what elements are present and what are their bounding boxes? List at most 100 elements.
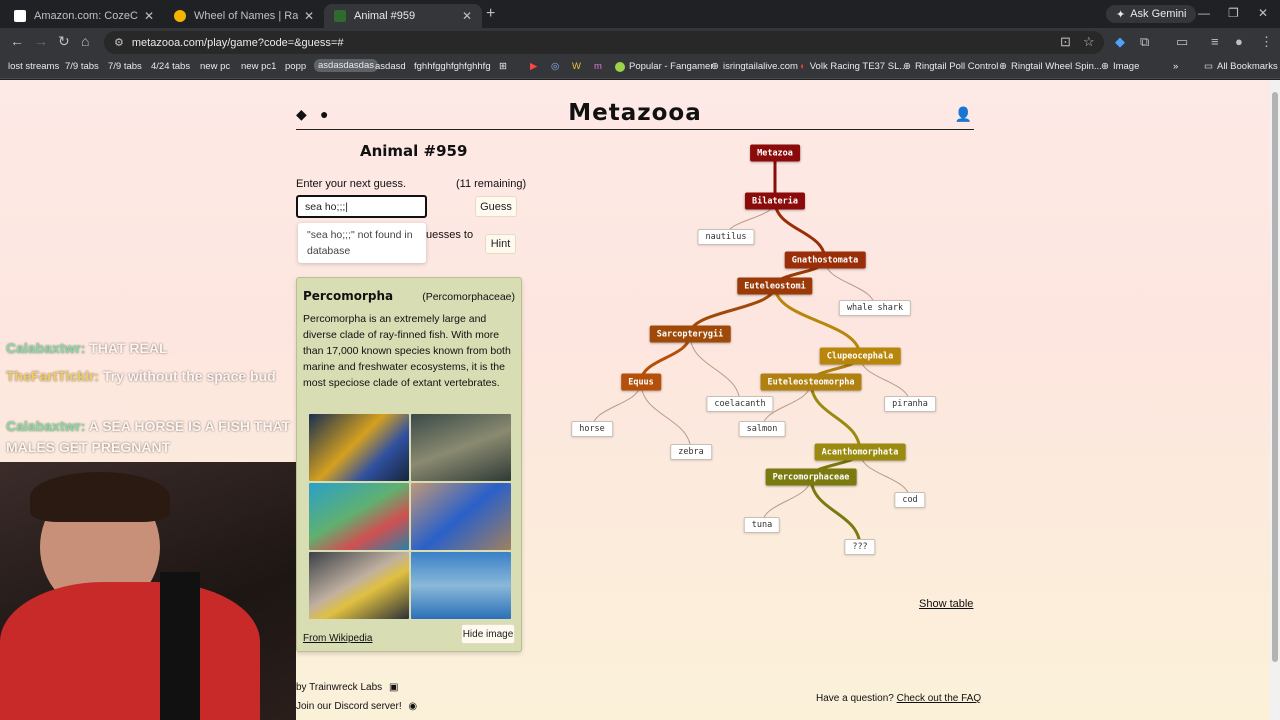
bookmark-item-ringtail[interactable]: ⊕ isringtailalive.com bbox=[711, 61, 798, 72]
steam-icon[interactable]: ◎ bbox=[551, 61, 559, 72]
tab-title: Amazon.com: CozeCube Super bbox=[34, 10, 138, 22]
restore-icon[interactable]: ❐ bbox=[1228, 6, 1239, 20]
youtube-icon[interactable]: ▶ bbox=[530, 61, 537, 72]
bookmark-item[interactable]: asdasd bbox=[375, 61, 406, 72]
tree-edge bbox=[640, 381, 692, 453]
tab-amazon[interactable]: Amazon.com: CozeCube Super ✕ bbox=[4, 4, 164, 28]
chat-username: Calabaxtwr: bbox=[6, 418, 86, 434]
tree-node-zebra: zebra bbox=[670, 444, 712, 460]
tree-node-nautilus: nautilus bbox=[697, 229, 755, 245]
globe-icon: ⊕ bbox=[999, 61, 1007, 72]
close-icon[interactable]: ✕ bbox=[462, 9, 472, 23]
page-scrollbar[interactable] bbox=[1270, 80, 1280, 720]
amazon-favicon-icon bbox=[14, 10, 26, 22]
tree-node-equus: Equus bbox=[621, 373, 661, 391]
streamer-shirt bbox=[0, 582, 260, 720]
bookmark-label: All Bookmarks bbox=[1216, 61, 1278, 72]
ask-gemini-button[interactable]: ✦ Ask Gemini bbox=[1106, 5, 1197, 23]
bookmark-item-fangamer[interactable]: Popular - Fangamer bbox=[615, 61, 713, 72]
close-window-icon[interactable]: ✕ bbox=[1258, 6, 1268, 20]
tree-node-cod: cod bbox=[894, 492, 926, 508]
bookmark-item-wheel[interactable]: ⊕ Ringtail Wheel Spin... bbox=[999, 61, 1102, 72]
sidebar-icon[interactable]: ▭ bbox=[1176, 34, 1188, 50]
bookmark-label: Ringtail Poll Control bbox=[914, 61, 999, 72]
bookmark-item[interactable]: lost streams bbox=[8, 61, 59, 72]
globe-icon: ⊕ bbox=[903, 61, 911, 72]
bookmark-m-icon[interactable]: m bbox=[594, 61, 602, 72]
new-tab-button[interactable]: + bbox=[486, 5, 495, 23]
microphone-arm bbox=[160, 572, 200, 720]
tree-node-bilateria: Bilateria bbox=[744, 192, 806, 210]
bookmark-star-icon[interactable]: ☆ bbox=[1083, 34, 1095, 50]
bookmark-label: isringtailalive.com bbox=[722, 61, 798, 72]
bookmark-item[interactable]: fghhfgghfghfghhfg bbox=[414, 61, 491, 72]
bookmark-item[interactable]: 7/9 tabs bbox=[65, 61, 99, 72]
tree-node-sarcopterygii: Sarcopterygii bbox=[649, 325, 731, 343]
tree-node-salmon: salmon bbox=[738, 421, 786, 437]
tree-node-horse: horse bbox=[571, 421, 613, 437]
more-bookmarks-icon[interactable]: » bbox=[1173, 61, 1178, 72]
tree-node-unknown: ??? bbox=[844, 539, 876, 555]
all-bookmarks-button[interactable]: ▭ All Bookmarks bbox=[1204, 61, 1278, 72]
tree-node-whale-shark: whale shark bbox=[838, 300, 912, 316]
close-icon[interactable]: ✕ bbox=[304, 9, 314, 23]
extensions-icon[interactable]: ⧉ bbox=[1140, 34, 1149, 50]
browser-toolbar: ← → ↻ ⌂ ⚙ metazooa.com/play/game?code=&g… bbox=[0, 28, 1280, 57]
tree-node-euteleostomi: Euteleostomi bbox=[737, 277, 813, 295]
url-text: metazooa.com/play/game?code=&guess=# bbox=[131, 36, 344, 49]
tab-wheel-of-names[interactable]: Wheel of Names | Random name ✕ bbox=[164, 4, 324, 28]
bookmarks-bar: lost streams 7/9 tabs 7/9 tabs 4/24 tabs… bbox=[0, 57, 1280, 79]
extension-gem-icon[interactable]: ◆ bbox=[1115, 34, 1125, 50]
bookmark-item[interactable]: 7/9 tabs bbox=[108, 61, 142, 72]
tab-title: Wheel of Names | Random name bbox=[194, 10, 298, 22]
folder-icon: ▭ bbox=[1204, 61, 1213, 72]
tree-edge bbox=[809, 476, 862, 548]
bookmark-w-icon[interactable]: W bbox=[572, 61, 581, 72]
globe-icon: ⊕ bbox=[1101, 61, 1109, 72]
bookmark-item-volk[interactable]: ◐ Volk Racing TE37 SL... bbox=[800, 61, 907, 72]
webcam-feed bbox=[0, 462, 296, 720]
home-icon[interactable]: ⌂ bbox=[81, 33, 89, 49]
tree-edge bbox=[773, 285, 862, 357]
site-info-icon[interactable]: ⚙ bbox=[114, 36, 124, 49]
bookmark-label: Image bbox=[1112, 61, 1140, 72]
metazooa-favicon-icon bbox=[334, 10, 346, 22]
chat-message: TheFartTicklr: Try without the space bud bbox=[6, 366, 296, 387]
bookmark-item-image[interactable]: ⊕ Image bbox=[1101, 61, 1139, 72]
chat-username: TheFartTicklr: bbox=[6, 368, 100, 384]
chat-text: THAT REAL bbox=[89, 340, 168, 356]
streamer-hair bbox=[30, 472, 170, 522]
tab-search-icon[interactable]: ≡ bbox=[1211, 34, 1219, 49]
scrollbar-thumb[interactable] bbox=[1272, 92, 1278, 662]
bookmark-item[interactable]: popp bbox=[285, 61, 306, 72]
bookmark-item[interactable]: new pc bbox=[200, 61, 230, 72]
bookmark-item[interactable]: new pc1 bbox=[241, 61, 276, 72]
address-bar[interactable]: ⚙ metazooa.com/play/game?code=&guess=# bbox=[104, 31, 1104, 54]
tree-edge bbox=[809, 381, 862, 453]
globe-icon: ⊕ bbox=[711, 61, 719, 72]
chat-username: Calabaxtwr: bbox=[6, 340, 86, 356]
chat-text: Try without the space bud bbox=[103, 368, 276, 384]
back-icon[interactable]: ← bbox=[10, 33, 24, 49]
tab-animal-959[interactable]: Animal #959 ✕ bbox=[324, 4, 482, 28]
reload-icon[interactable]: ↻ bbox=[58, 33, 70, 50]
tree-node-metazoa: Metazoa bbox=[750, 144, 800, 162]
apps-grid-icon[interactable]: ⊞ bbox=[499, 61, 507, 72]
menu-kebab-icon[interactable]: ⋮ bbox=[1260, 34, 1273, 50]
wheel-favicon-icon bbox=[174, 10, 186, 22]
profile-avatar-icon[interactable]: ● bbox=[1235, 34, 1243, 49]
minimize-icon[interactable]: — bbox=[1198, 6, 1210, 20]
chat-message: Calabaxtwr: THAT REAL bbox=[6, 338, 296, 359]
install-icon[interactable]: ⊡ bbox=[1060, 34, 1071, 50]
volk-icon: ◐ bbox=[800, 61, 806, 72]
tree-node-euteleosteomorpha: Euteleosteomorpha bbox=[760, 373, 862, 391]
bookmark-item[interactable]: 4/24 tabs bbox=[151, 61, 190, 72]
tree-node-acanthomorphata: Acanthomorphata bbox=[814, 443, 906, 461]
bookmark-item-poll[interactable]: ⊕ Ringtail Poll Control bbox=[903, 61, 998, 72]
tree-node-coelacanth: coelacanth bbox=[706, 396, 774, 412]
bookmark-item[interactable]: asdasdasdas bbox=[314, 59, 378, 72]
bookmark-label: Ringtail Wheel Spin... bbox=[1010, 61, 1102, 72]
forward-icon[interactable]: → bbox=[34, 33, 48, 49]
tab-bar: Amazon.com: CozeCube Super ✕ Wheel of Na… bbox=[0, 0, 1280, 28]
close-icon[interactable]: ✕ bbox=[144, 9, 154, 23]
